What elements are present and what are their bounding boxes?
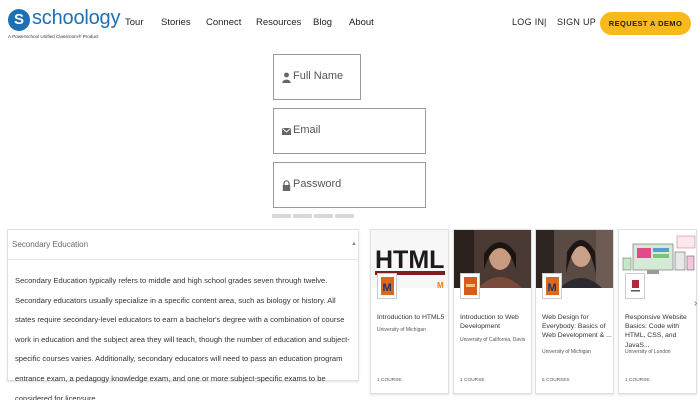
- password-placeholder: Password: [293, 178, 342, 190]
- course-card-web-design[interactable]: M Web Design for Everybody: Basics of We…: [535, 229, 614, 394]
- nav-blog[interactable]: Blog: [313, 17, 332, 28]
- schoology-mark-icon: S: [8, 9, 30, 31]
- nav-tour[interactable]: Tour: [125, 17, 143, 28]
- subject-info-panel: Secondary Education ▲ Secondary Educatio…: [7, 229, 359, 400]
- panel-header[interactable]: Secondary Education ▲: [8, 230, 358, 260]
- course-card-html5[interactable]: HTML M M Introduction to HTML5 Universit…: [370, 229, 449, 394]
- brand-name: schoology: [32, 7, 121, 29]
- course-institution: University of Michigan: [377, 327, 426, 333]
- london-icon: [625, 273, 645, 299]
- password-field[interactable]: Password: [273, 162, 426, 208]
- full-name-field[interactable]: Full Name: [273, 54, 361, 100]
- course-count: 1 COURSE: [625, 378, 650, 383]
- course-institution: University of California, Davis: [460, 337, 526, 343]
- nav-connect[interactable]: Connect: [206, 17, 241, 28]
- uc-davis-icon: [460, 273, 480, 299]
- pager-segment[interactable]: [293, 214, 312, 218]
- nav-about[interactable]: About: [349, 17, 374, 28]
- nav-resources[interactable]: Resources: [256, 17, 301, 28]
- panel-title: Secondary Education: [12, 240, 89, 249]
- pager-segment[interactable]: [335, 214, 354, 218]
- html-logo-text: HTML: [375, 246, 444, 274]
- svg-text:M: M: [383, 282, 392, 294]
- michigan-mark-icon: M: [437, 281, 444, 290]
- pager-segment[interactable]: [314, 214, 333, 218]
- signup-link[interactable]: SIGN UP: [557, 17, 596, 27]
- email-placeholder: Email: [293, 124, 321, 136]
- full-name-placeholder: Full Name: [293, 70, 344, 82]
- email-field[interactable]: Email: [273, 108, 426, 154]
- course-title: Web Design for Everybody: Basics of Web …: [542, 314, 612, 340]
- course-title: Responsive Website Basics: Code with HTM…: [625, 314, 687, 349]
- nav-stories[interactable]: Stories: [161, 17, 191, 28]
- course-institution: University of London: [625, 349, 671, 355]
- collapse-caret-icon[interactable]: ▲: [351, 241, 357, 247]
- site-header: S schoology A PowerSchool Unified Classr…: [0, 0, 700, 46]
- course-institution: University of Michigan: [542, 349, 591, 355]
- request-demo-button[interactable]: REQUEST A DEMO: [600, 12, 691, 35]
- course-card-responsive[interactable]: Responsive Website Basics: Code with HTM…: [618, 229, 697, 394]
- lock-icon: [282, 180, 291, 191]
- user-icon: [282, 72, 291, 83]
- course-card-web-dev[interactable]: Introduction to Web Development Universi…: [453, 229, 532, 394]
- michigan-icon: M: [542, 273, 562, 299]
- course-count: 1 COURSE: [377, 378, 402, 383]
- course-title: Introduction to Web Development: [460, 314, 519, 331]
- michigan-icon: M: [377, 273, 397, 299]
- course-count: 5 COURSES: [542, 378, 570, 383]
- carousel-next-icon[interactable]: ›: [694, 298, 697, 309]
- panel-body: Secondary Education typically refers to …: [15, 276, 350, 400]
- pager-segment[interactable]: [272, 214, 291, 218]
- course-title: Introduction to HTML5: [377, 314, 445, 321]
- schoology-logo[interactable]: S schoology A PowerSchool Unified Classr…: [8, 7, 120, 41]
- brand-tagline: A PowerSchool Unified Classroom® Product: [8, 34, 99, 39]
- course-count: 1 COURSE: [460, 378, 485, 383]
- svg-text:M: M: [548, 282, 557, 294]
- auth-separator: |: [544, 17, 547, 27]
- login-link[interactable]: LOG IN: [512, 17, 544, 27]
- envelope-icon: [282, 128, 291, 135]
